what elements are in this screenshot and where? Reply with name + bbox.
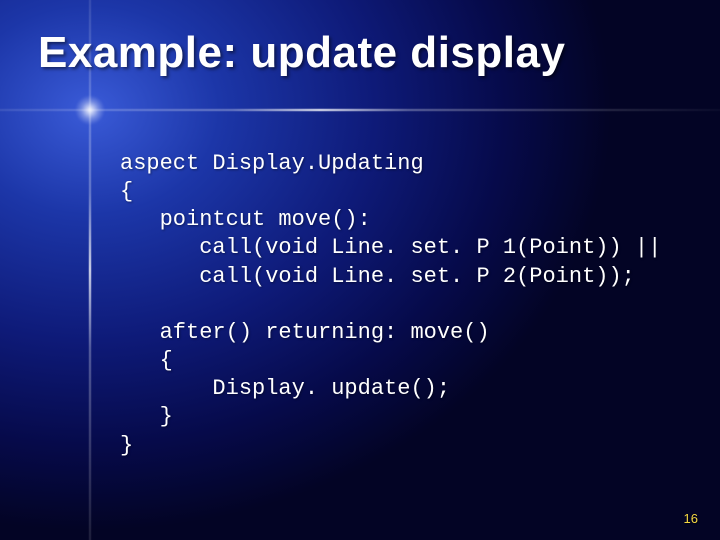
code-block: aspect Display.Updating { pointcut move(… xyxy=(120,150,680,460)
lens-flare-core xyxy=(75,95,105,125)
slide: Example: update display aspect Display.U… xyxy=(0,0,720,540)
slide-title: Example: update display xyxy=(38,28,565,78)
page-number: 16 xyxy=(684,511,698,526)
